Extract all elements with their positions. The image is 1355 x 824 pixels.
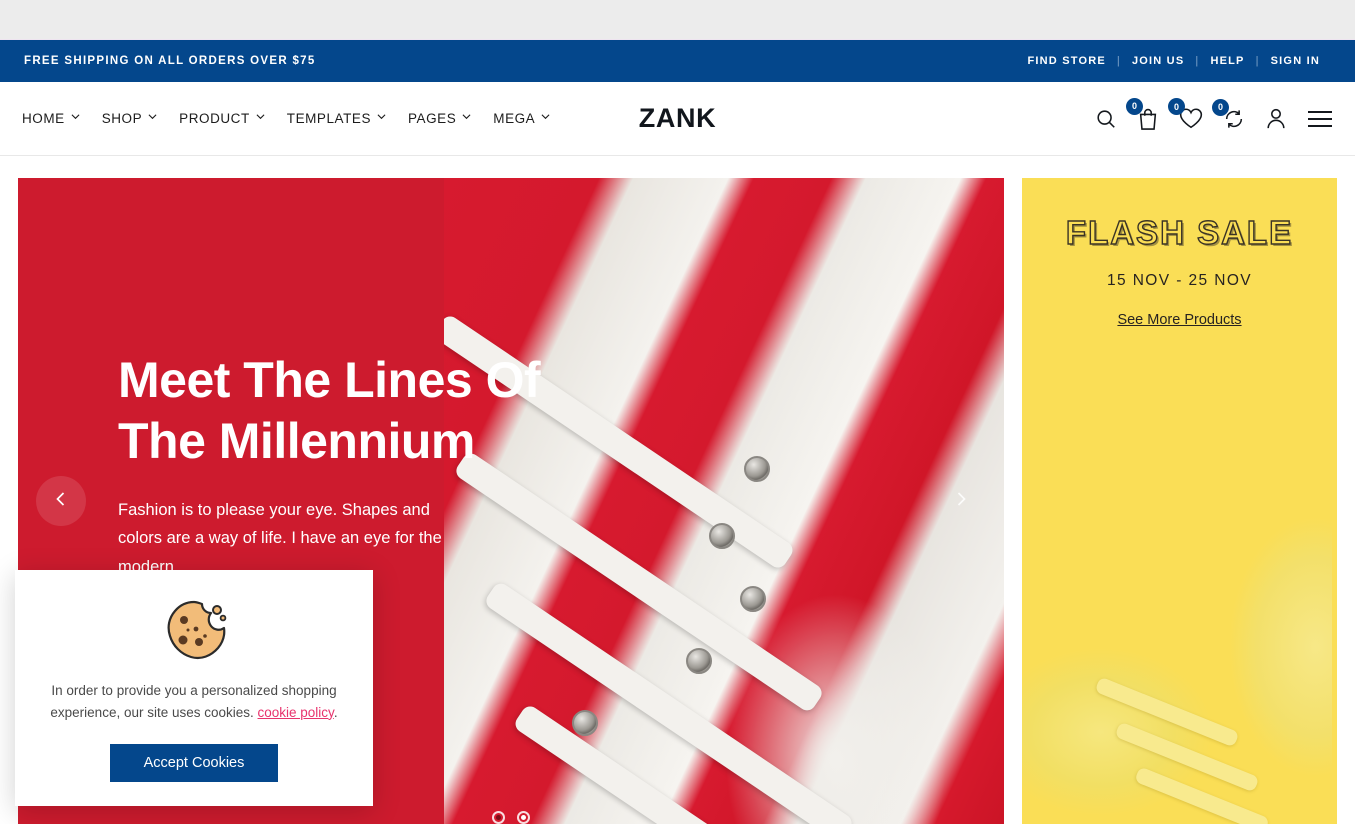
search-icon[interactable] xyxy=(1095,108,1117,130)
nav-item-shop[interactable]: SHOP xyxy=(102,111,157,126)
announcement-bar: FREE SHIPPING ON ALL ORDERS OVER $75 FIN… xyxy=(0,40,1355,82)
nav-item-label: SHOP xyxy=(101,111,143,126)
hero-title-line-1: Meet The Lines Of xyxy=(118,352,541,408)
nav-item-label: TEMPLATES xyxy=(286,111,371,126)
find-store-link[interactable]: FIND STORE xyxy=(1016,55,1116,67)
flash-sale-banner[interactable]: FLASH SALE 15 NOV - 25 NOV See More Prod… xyxy=(1022,178,1337,824)
nav-item-label: PRODUCT xyxy=(179,111,250,126)
utility-links: FIND STORE | JOIN US | HELP | SIGN IN xyxy=(1016,55,1331,67)
hamburger-menu-icon[interactable] xyxy=(1307,110,1333,128)
cookie-icon xyxy=(41,596,347,666)
flash-sale-content: FLASH SALE 15 NOV - 25 NOV See More Prod… xyxy=(1022,178,1337,329)
accept-cookies-button[interactable]: Accept Cookies xyxy=(109,743,279,782)
header-icon-group: 0 0 0 xyxy=(1095,97,1333,131)
nav-item-home[interactable]: HOME xyxy=(22,111,80,126)
nav-item-mega[interactable]: MEGA xyxy=(493,111,550,126)
free-shipping-message: FREE SHIPPING ON ALL ORDERS OVER $75 xyxy=(24,55,316,67)
flash-sale-title: FLASH SALE xyxy=(1065,213,1294,251)
nav-item-label: HOME xyxy=(22,111,65,126)
chevron-down-icon xyxy=(541,112,550,121)
compare-count-badge: 0 xyxy=(1212,98,1229,116)
site-header: HOME SHOP PRODUCT TEMPLATES PAGES MEGA Z… xyxy=(0,82,1355,156)
carousel-pagination xyxy=(492,811,530,824)
carousel-prev-button[interactable] xyxy=(36,476,86,526)
nav-item-label: PAGES xyxy=(408,111,457,126)
nav-item-label: MEGA xyxy=(493,111,536,126)
hero-title-line-2: The Millennium xyxy=(118,413,475,469)
carousel-next-button[interactable] xyxy=(936,476,986,526)
site-logo[interactable]: ZANK xyxy=(639,103,716,134)
account-user-icon[interactable] xyxy=(1265,107,1287,130)
browser-chrome-strip xyxy=(0,0,1355,40)
carousel-dot[interactable] xyxy=(517,811,530,824)
cookie-consent-banner: In order to provide you a personalized s… xyxy=(15,570,373,806)
chevron-right-icon xyxy=(953,491,969,512)
main-navigation: HOME SHOP PRODUCT TEMPLATES PAGES MEGA xyxy=(22,111,550,126)
cookie-consent-text: In order to provide you a personalized s… xyxy=(41,680,347,724)
chevron-down-icon xyxy=(148,112,157,121)
flash-sale-dates: 15 NOV - 25 NOV xyxy=(1106,272,1253,289)
carousel-dot[interactable] xyxy=(492,811,505,824)
nav-item-pages[interactable]: PAGES xyxy=(408,111,471,126)
chevron-down-icon xyxy=(256,112,265,121)
cookie-text-after: . xyxy=(333,704,338,720)
wishlist-count-badge: 0 xyxy=(1168,98,1185,115)
flash-sale-shoe-photo xyxy=(1022,494,1332,824)
chevron-down-icon xyxy=(462,112,471,121)
sign-in-link[interactable]: SIGN IN xyxy=(1260,55,1331,67)
see-more-products-link[interactable]: See More Products xyxy=(1117,312,1241,328)
help-link[interactable]: HELP xyxy=(1199,55,1255,67)
cart-count-badge: 0 xyxy=(1126,97,1143,115)
chevron-down-icon xyxy=(377,112,386,121)
hero-title: Meet The Lines Of The Millennium xyxy=(118,350,558,472)
nav-item-product[interactable]: PRODUCT xyxy=(179,111,265,126)
wishlist-heart-icon[interactable]: 0 xyxy=(1168,98,1203,130)
chevron-left-icon xyxy=(53,491,69,512)
hero-subtitle: Fashion is to please your eye. Shapes an… xyxy=(118,501,442,576)
chevron-down-icon xyxy=(71,112,80,121)
shopping-bag-icon[interactable]: 0 xyxy=(1126,97,1159,131)
cookie-policy-link[interactable]: cookie policy xyxy=(258,705,334,720)
nav-item-templates[interactable]: TEMPLATES xyxy=(287,111,386,126)
join-us-link[interactable]: JOIN US xyxy=(1121,55,1195,67)
compare-icon[interactable]: 0 xyxy=(1212,98,1245,130)
